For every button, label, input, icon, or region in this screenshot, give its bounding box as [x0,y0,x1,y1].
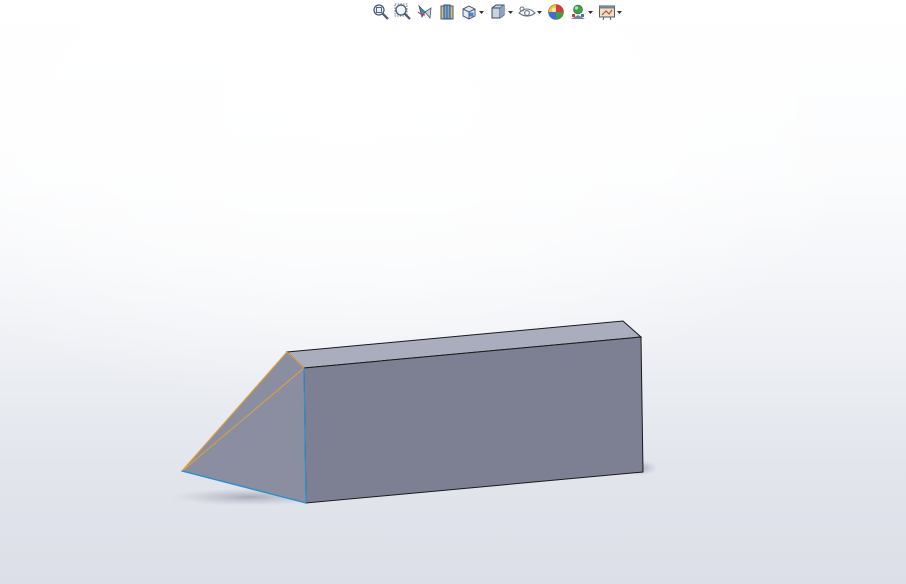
previous-view-button[interactable] [415,2,435,22]
chevron-down-icon [479,10,484,14]
section-view-button[interactable] [437,2,457,22]
apply-scene-icon [571,4,585,19]
chevron-down-icon [508,10,513,14]
chevron-down-icon [588,10,593,14]
chevron-down-icon [537,10,542,14]
hide-show-items-button[interactable] [517,2,544,22]
view-settings-icon [599,5,615,21]
view-settings-dropdown[interactable] [616,2,623,22]
heads-up-view-toolbar [371,1,624,23]
apply-scene-dropdown[interactable] [587,2,594,22]
edit-appearance-icon [548,4,564,20]
display-style-icon [491,4,505,19]
display-style-button[interactable] [488,2,515,22]
previous-view-icon [417,4,432,19]
view-orientation-dropdown[interactable] [478,2,485,22]
edit-appearance-button[interactable] [546,2,566,22]
zoom-to-area-icon [394,3,411,20]
view-orientation-icon [462,5,476,20]
view-orientation-button[interactable] [459,2,486,22]
view-settings-button[interactable] [597,2,624,22]
apply-scene-button[interactable] [568,2,595,22]
zoom-to-fit-button[interactable] [371,2,391,22]
hide-show-items-icon [518,6,536,17]
zoom-to-area-button[interactable] [393,2,413,22]
hide-show-items-dropdown[interactable] [536,2,543,22]
model-canvas[interactable] [0,0,906,584]
graphics-area[interactable] [0,0,906,584]
chamfer-face[interactable] [181,351,307,504]
zoom-to-fit-icon [373,4,389,20]
section-view-icon [440,4,454,20]
display-style-dropdown[interactable] [507,2,514,22]
chevron-down-icon [617,10,622,14]
